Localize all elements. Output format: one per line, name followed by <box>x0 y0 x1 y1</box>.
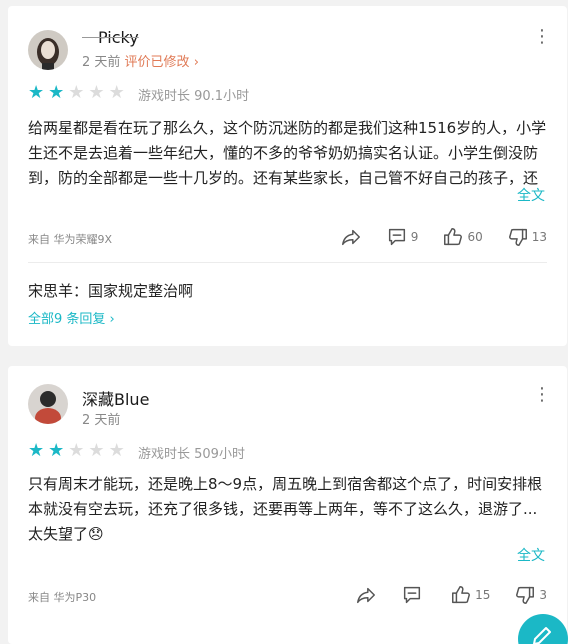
comment-icon <box>404 586 421 604</box>
avatar[interactable] <box>28 30 68 70</box>
star-empty-icon: ★ <box>88 440 105 461</box>
playtime: 游戏时长 90.1小时 <box>138 89 250 104</box>
star-filled-icon: ★ <box>48 440 65 461</box>
playtime: 游戏时长 509小时 <box>138 447 245 462</box>
star-empty-icon: ★ <box>68 440 85 461</box>
avatar[interactable] <box>28 384 68 424</box>
star-filled-icon: ★ <box>28 440 45 461</box>
comment-count: 9 <box>410 230 419 244</box>
star-empty-icon: ★ <box>88 82 105 103</box>
review-meta: 2 天前 评价已修改 › <box>82 51 199 70</box>
reply-text: 国家规定整治啊 <box>88 282 194 300</box>
device-label: 来自 华为荣耀9X <box>28 233 113 246</box>
username[interactable]: Picky <box>82 28 139 47</box>
like-count: 60 <box>467 230 483 244</box>
share-icon <box>357 587 376 604</box>
review-time: 2 天前 <box>82 55 121 70</box>
review-body: 只有周末才能玩，还是晚上8～9点，周五晚上到宿舍都这个点了，时间安排根本就没有空… <box>28 475 543 543</box>
edited-link[interactable]: 评价已修改 › <box>125 55 199 70</box>
star-empty-icon: ★ <box>68 82 85 103</box>
divider <box>28 262 547 263</box>
pencil-icon <box>533 627 551 644</box>
rating-stars: ★ ★ ★ ★ ★ <box>28 84 125 102</box>
dislike-count: 13 <box>531 230 547 244</box>
star-empty-icon: ★ <box>108 82 125 103</box>
fulltext-link[interactable]: 全文 <box>511 186 545 206</box>
review-body: 给两星都是看在玩了那么久，这个防沉迷防的都是我们这种1516岁的人，小学生还不是… <box>28 119 547 187</box>
thumbs-up-icon <box>444 228 463 246</box>
star-filled-icon: ★ <box>28 82 45 103</box>
like-button[interactable]: 15 <box>450 584 490 606</box>
dislike-button[interactable]: 3 <box>514 584 547 606</box>
device-label: 来自 华为P30 <box>28 591 97 604</box>
like-button[interactable]: 60 <box>442 226 483 248</box>
more-vertical-icon[interactable]: ⋮ <box>533 386 551 404</box>
dislike-button[interactable]: 13 <box>507 226 547 248</box>
review-card: 深藏Blue 2 天前 ⋮ ★ ★ ★ ★ ★ 游戏时长 509小时 只有周末才… <box>8 366 567 644</box>
more-vertical-icon[interactable]: ⋮ <box>533 28 551 46</box>
review-card: Picky 2 天前 评价已修改 › ⋮ ★ ★ ★ ★ ★ 游戏时长 90.1… <box>8 6 567 346</box>
dislike-count: 3 <box>539 588 547 602</box>
share-button[interactable] <box>355 584 377 606</box>
username[interactable]: 深藏Blue <box>82 386 149 410</box>
star-filled-icon: ★ <box>48 82 65 103</box>
comment-button[interactable] <box>401 584 426 606</box>
reply-preview[interactable]: 宋思羊：国家规定整治啊 <box>28 280 193 301</box>
thumbs-down-icon <box>508 228 527 246</box>
like-count: 15 <box>475 588 491 602</box>
rating-stars: ★ ★ ★ ★ ★ <box>28 442 125 460</box>
fulltext-link[interactable]: 全文 <box>511 546 545 566</box>
reply-author: 宋思羊 <box>28 282 74 300</box>
share-button[interactable] <box>340 226 362 248</box>
star-empty-icon: ★ <box>108 440 125 461</box>
review-meta: 2 天前 <box>82 409 120 428</box>
review-time: 2 天前 <box>82 413 121 428</box>
comment-button[interactable]: 9 <box>386 226 419 248</box>
share-icon <box>341 229 360 246</box>
review-actions: 15 3 <box>331 584 547 606</box>
all-replies-link[interactable]: 全部9 条回复 › <box>28 308 115 327</box>
thumbs-down-icon <box>516 586 535 604</box>
review-actions: 9 60 13 <box>316 226 547 248</box>
comment-icon <box>388 228 405 246</box>
thumbs-up-icon <box>452 586 471 604</box>
